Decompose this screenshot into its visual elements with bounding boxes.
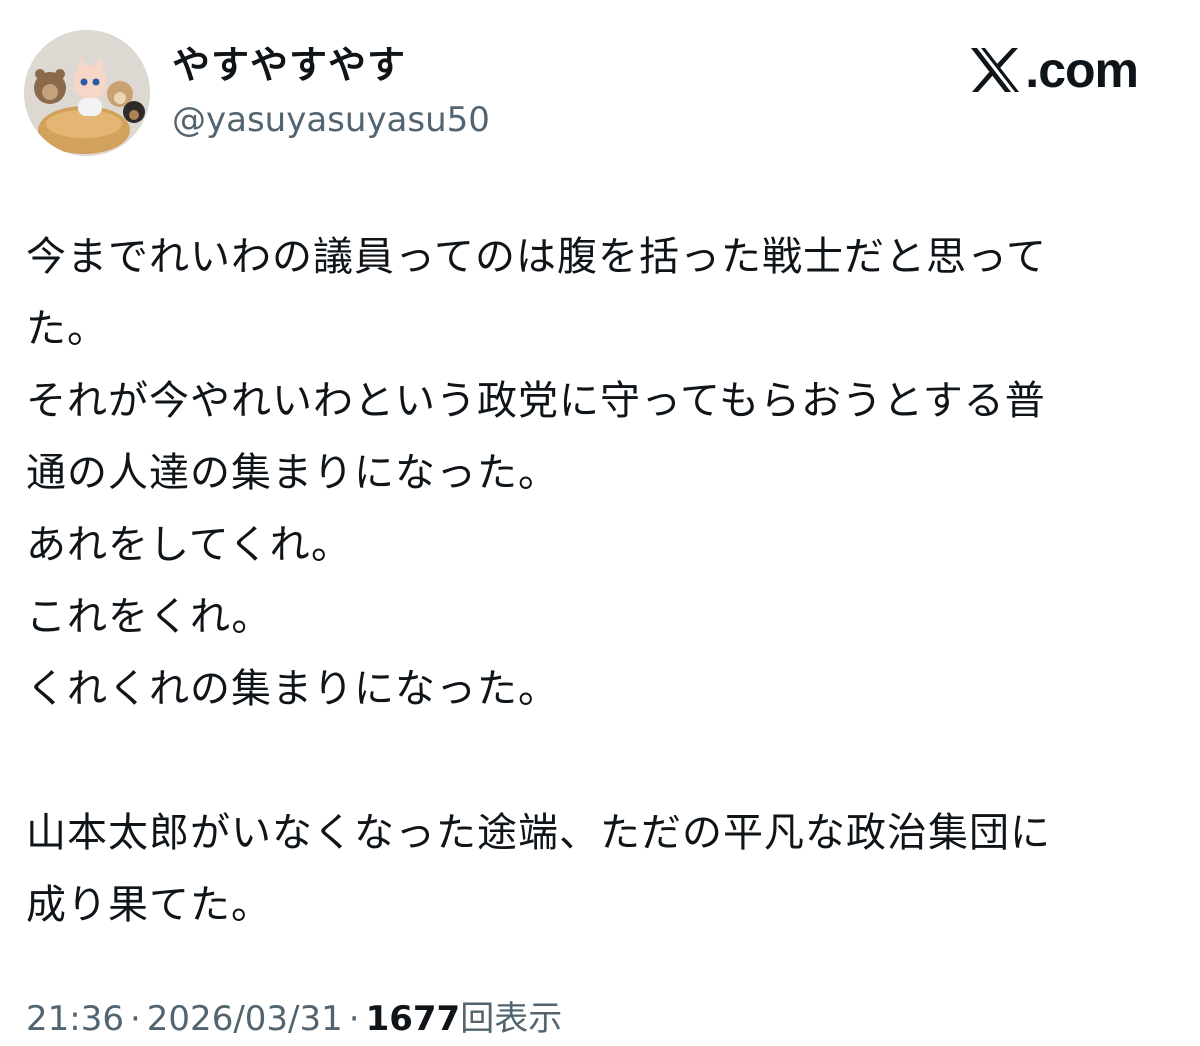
tweet-line: 成り果てた。: [26, 882, 272, 928]
display-name[interactable]: やすやすやす: [172, 40, 406, 90]
avatar-plush-toys-image: [24, 30, 150, 156]
meta-separator: ·: [129, 999, 141, 1039]
tweet-meta: 21:36 · 2026/03/31 · 1677回表示: [26, 994, 562, 1044]
tweet-time[interactable]: 21:36: [26, 999, 124, 1039]
tweet-line: それが今やれいわという政党に守ってもらおうとする普: [26, 378, 1046, 424]
views-label: 回表示: [460, 999, 563, 1039]
brand-domain-suffix: .com: [1025, 42, 1139, 98]
x-logo-icon: [971, 48, 1020, 92]
tweet-line: 通の人達の集まりになった。: [26, 450, 559, 496]
tweet-line: 山本太郎がいなくなった途端、ただの平凡な政治集団に: [26, 810, 1051, 856]
tweet-line: た。: [26, 306, 108, 352]
tweet-text: 今までれいわの議員ってのは腹を括った戦士だと思って た。 それが今やれいわという…: [26, 221, 1176, 941]
user-handle[interactable]: @yasuyasuyasu50: [172, 97, 490, 143]
views-count: 1677: [365, 999, 461, 1039]
tweet-line: あれをしてくれ。: [26, 522, 352, 568]
tweet-date[interactable]: 2026/03/31: [147, 999, 343, 1039]
avatar[interactable]: [24, 30, 150, 156]
x-com-brand[interactable]: .com: [969, 40, 1139, 100]
tweet-line: くれくれの集まりになった。: [26, 666, 559, 712]
tweet-line: 今までれいわの議員ってのは腹を括った戦士だと思って: [26, 234, 1047, 280]
meta-separator: ·: [348, 999, 360, 1039]
tweet-line: これをくれ。: [26, 594, 273, 640]
